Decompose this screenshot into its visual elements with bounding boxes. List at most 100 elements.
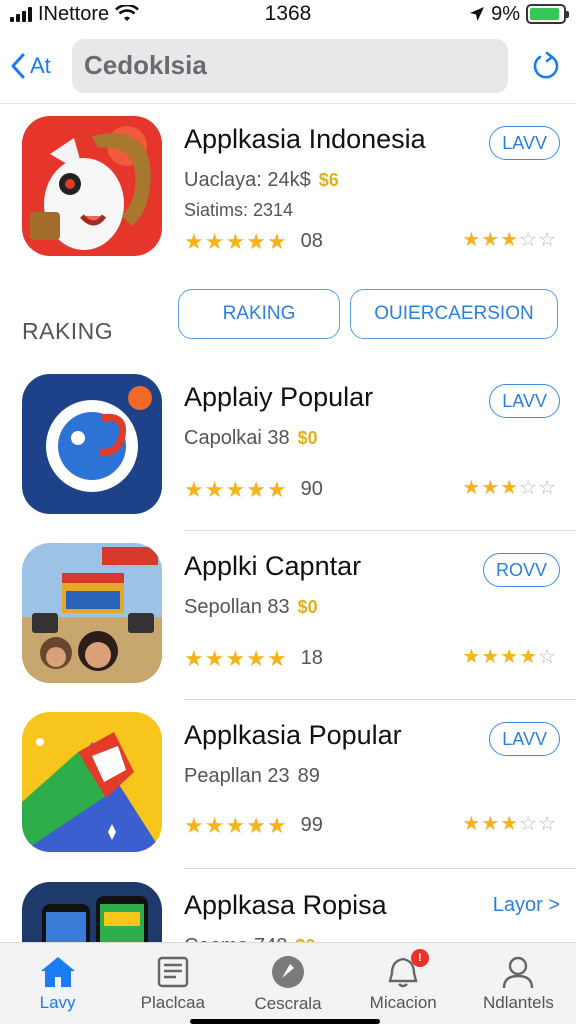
search-input[interactable]: CedokIsia [72,38,508,93]
star-filled-icon: ★ [266,645,287,671]
rating-count: 90 [300,478,323,500]
rating-count: 99 [300,814,323,836]
segment-other-button[interactable]: OUIERCAERSION [350,289,558,339]
tab-label: Placlcaa [140,992,205,1012]
star-empty-icon: ☆ [519,477,538,499]
status-bar: INettore 1368 9% [0,0,576,28]
rating: ★ ★ ★ ★ ★ 90 [184,478,323,501]
tab-notifications[interactable]: ! Micacion [346,943,461,1024]
app-subtitle-2: Siatims: 2314 [184,200,294,220]
search-value: CedokIsia [84,50,207,80]
app-subtitle: Peapllan 23 [184,765,290,787]
compass-icon [272,955,304,988]
tab-profile[interactable]: Ndlantels [461,943,576,1024]
star-filled-icon: ★ [462,813,481,835]
star-filled-icon: ★ [246,476,266,502]
notification-badge: ! [410,949,429,967]
coin-badge: $0 [297,597,318,617]
list-item[interactable]: Applkasia Popular Peapllan 23 89 LAVV ★ ★ ★… [0,712,576,878]
star-filled-icon: ★ [204,645,225,671]
app-action-button[interactable]: ROVV [482,553,560,587]
star-filled-icon: ★ [204,476,225,502]
tab-label: Cescrala [254,993,322,1013]
star-filled-icon: ★ [225,645,246,671]
star-filled-icon: ★ [246,645,266,671]
segment-ranking-button[interactable]: RAKING [178,289,340,339]
divider [184,868,576,869]
colorful-mountain-icon [22,712,162,852]
small-star-rating: ★ ★ ★ ★ ☆ [462,647,556,667]
tab-document[interactable]: Placlcaa [115,943,230,1024]
star-rating: ★ ★ ★ ★ ★ [184,228,287,254]
star-filled-icon: ★ [266,476,287,502]
signal-icon [10,6,32,22]
tab-label: Lavy [39,992,76,1012]
tab-compass[interactable]: Cescrala [230,943,345,1024]
star-filled-icon: ★ [481,229,500,251]
star-filled-icon: ★ [462,646,481,668]
rating-count: 08 [300,230,323,252]
app-action-button[interactable]: LAVV [489,722,560,756]
carrier-label: INettore [38,2,110,25]
star-rating: ★ ★ ★ ★ ★ [184,812,287,838]
star-filled-icon: ★ [500,229,519,251]
star-filled-icon: ★ [204,228,225,254]
star-filled-icon: ★ [184,228,204,254]
document-icon [157,956,188,987]
nav-bar: At CedokIsia [0,28,576,104]
divider [184,530,576,531]
star-filled-icon: ★ [500,477,519,499]
app-action-button[interactable]: LAVV [489,384,560,418]
refresh-button[interactable] [526,46,566,86]
star-filled-icon: ★ [246,812,266,838]
blue-chat-icon [22,374,162,514]
star-filled-icon: ★ [519,646,538,668]
location-arrow-icon [470,7,485,21]
rating-count: 18 [300,647,323,669]
tab-home[interactable]: Lavy [0,943,115,1024]
back-button[interactable]: At [10,52,72,80]
star-filled-icon: ★ [266,812,287,838]
tab-label: Ndlantels [482,992,554,1012]
star-filled-icon: ★ [246,228,266,254]
list-item[interactable]: Applkasia Indonesia Uaclaya: 24k$ $6 Siat… [0,116,576,282]
list-item[interactable]: Applaiy Popular Capolkai 38 $0 LAVV ★ ★ ★ ★ ★… [0,374,576,540]
rating: ★ ★ ★ ★ ★ 08 [184,230,323,253]
star-empty-icon: ☆ [538,477,556,499]
small-star-rating: ★ ★ ★ ☆ ☆ [462,230,556,250]
app-action-button[interactable]: LAVV [489,126,560,160]
tab-bar: Lavy Placlcaa Cescrala ! Micacion Ndlant… [0,942,576,1024]
divider [184,699,576,700]
app-action-link[interactable]: Layor > [493,894,560,917]
home-icon [40,956,75,987]
rating: ★ ★ ★ ★ ★ 99 [184,814,323,837]
star-filled-icon: ★ [500,813,519,835]
star-rating: ★ ★ ★ ★ ★ [184,645,287,671]
star-rating: ★ ★ ★ ★ ★ [184,476,287,502]
chevron-left-icon [11,53,25,78]
person-icon [503,956,534,988]
star-filled-icon: ★ [204,812,225,838]
back-label: At [30,52,51,78]
photo-app-icon [22,543,162,683]
tab-label: Micacion [369,992,437,1012]
star-filled-icon: ★ [481,477,500,499]
battery-icon [526,4,569,24]
star-empty-icon: ☆ [538,229,556,251]
star-filled-icon: ★ [225,812,246,838]
list-item[interactable]: Applki Capntar Sepollan 83 $0 ROVV ★ ★ ★ ★ ★ … [0,543,576,709]
star-filled-icon: ★ [225,476,246,502]
star-filled-icon: ★ [481,646,500,668]
star-filled-icon: ★ [184,476,204,502]
app-subtitle: Capolkai 38 [184,427,290,449]
robot-cat-icon [22,116,162,256]
star-empty-icon: ☆ [538,646,556,668]
small-star-rating: ★ ★ ★ ☆ ☆ [462,478,556,498]
star-filled-icon: ★ [184,812,204,838]
star-filled-icon: ★ [481,813,500,835]
star-empty-icon: ☆ [519,229,538,251]
star-filled-icon: ★ [266,228,287,254]
home-indicator [190,1019,380,1024]
battery-percent: 9% [491,2,520,25]
star-filled-icon: ★ [462,229,481,251]
